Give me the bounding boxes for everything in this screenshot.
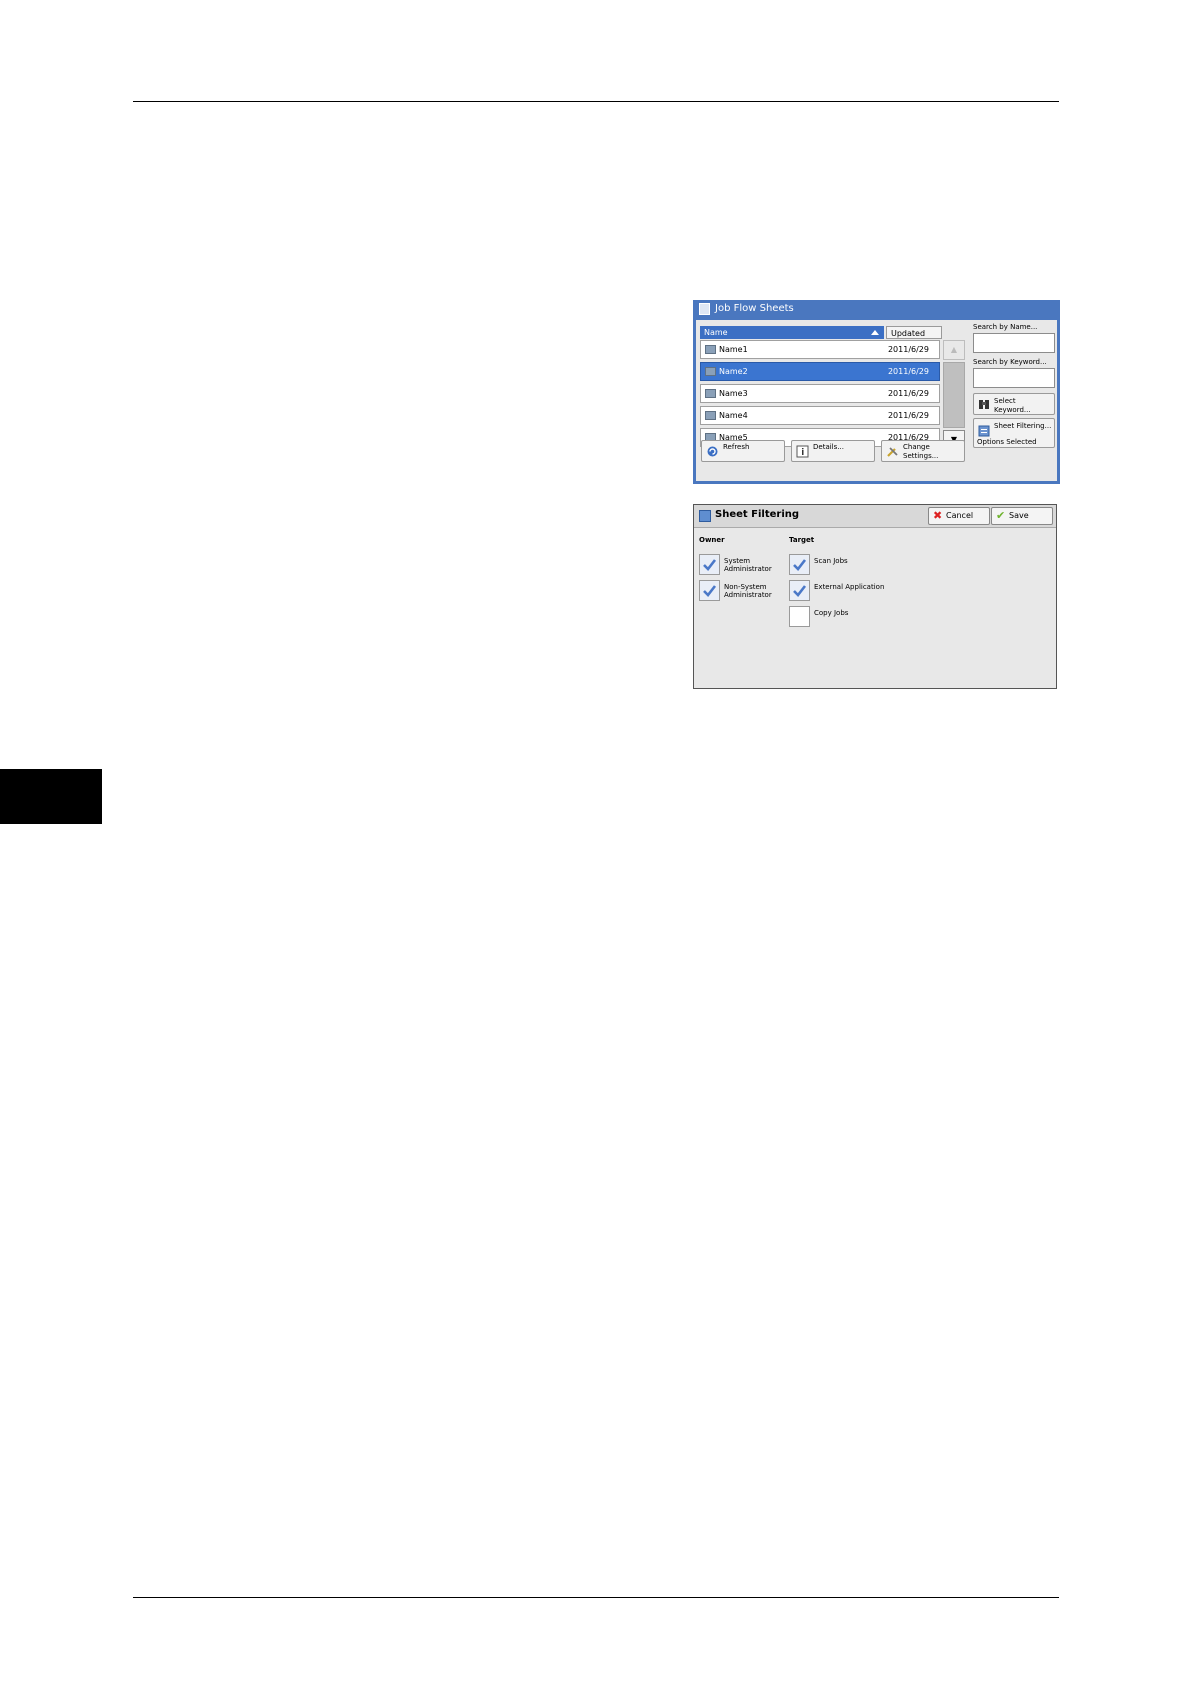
search-by-keyword-input[interactable] xyxy=(973,368,1055,388)
external-application-label: External Application xyxy=(814,583,885,591)
details-label: Details... xyxy=(813,443,844,451)
row-date: 2011/6/29 xyxy=(887,389,929,398)
column-header-name-label: Name xyxy=(704,328,728,337)
sheet-filtering-label: Sheet Filtering... xyxy=(994,422,1052,430)
sheet-icon xyxy=(705,345,716,354)
sheet-filtering-button[interactable]: Sheet Filtering... Options Selected xyxy=(973,418,1055,448)
row-date: 2011/6/29 xyxy=(887,345,929,354)
sheet-filtering-screen: Sheet Filtering ✖ Cancel ✔ Save Owner Ta… xyxy=(693,504,1057,689)
arrow-up-icon: ▲ xyxy=(950,345,958,354)
system-administrator-line2: Administrator xyxy=(724,565,772,573)
footer-rule xyxy=(133,1597,1059,1598)
screen-title: Job Flow Sheets xyxy=(715,303,794,314)
row-name: Name4 xyxy=(719,411,748,420)
job-flow-icon xyxy=(699,303,710,315)
save-label: Save xyxy=(1009,511,1029,520)
target-group-label: Target xyxy=(789,536,815,544)
job-flow-sheets-screen: Job Flow Sheets Name Updated Name1 2011/… xyxy=(693,300,1060,484)
save-button[interactable]: ✔ Save xyxy=(991,507,1053,525)
info-icon xyxy=(796,445,809,458)
filter-sheet-icon xyxy=(978,425,990,437)
change-settings-line1: Change xyxy=(903,443,930,451)
search-by-name-label: Search by Name... xyxy=(973,323,1038,331)
screen-body: Name Updated Name1 2011/6/29 Name2 2011/… xyxy=(696,320,1057,481)
select-keyword-button[interactable]: Select Keyword... xyxy=(973,393,1055,415)
refresh-label: Refresh xyxy=(723,443,750,451)
list-item[interactable]: Name3 2011/6/29 xyxy=(700,384,940,403)
row-date: 2011/6/29 xyxy=(887,367,929,376)
checkmark-icon xyxy=(793,585,807,597)
select-keyword-line1: Select xyxy=(994,397,1016,405)
search-by-keyword-label: Search by Keyword... xyxy=(973,358,1047,366)
non-system-administrator-checkbox[interactable] xyxy=(699,580,720,601)
list-item[interactable]: Name4 2011/6/29 xyxy=(700,406,940,425)
non-system-administrator-line1: Non-System xyxy=(724,583,767,591)
close-icon: ✖ xyxy=(933,509,943,522)
scroll-up-button[interactable]: ▲ xyxy=(943,340,965,360)
change-settings-button[interactable]: Change Settings... xyxy=(881,440,965,462)
external-application-checkbox[interactable] xyxy=(789,580,810,601)
system-administrator-line1: System xyxy=(724,557,751,565)
scan-jobs-checkbox[interactable] xyxy=(789,554,810,575)
change-settings-line2: Settings... xyxy=(903,452,939,460)
sheet-icon xyxy=(705,389,716,398)
scan-jobs-label: Scan Jobs xyxy=(814,557,848,565)
search-by-name-input[interactable] xyxy=(973,333,1055,353)
sheet-filtering-status: Options Selected xyxy=(977,438,1037,446)
sheet-icon xyxy=(705,411,716,420)
refresh-icon xyxy=(707,446,718,457)
select-keyword-line2: Keyword... xyxy=(994,406,1031,414)
row-name: Name1 xyxy=(719,345,748,354)
checkmark-icon xyxy=(703,585,717,597)
tools-icon xyxy=(887,447,898,457)
sheet-filtering-icon xyxy=(699,510,711,522)
sheet-filtering-header: Sheet Filtering ✖ Cancel ✔ Save xyxy=(694,505,1056,528)
header-rule xyxy=(133,101,1059,102)
cancel-button[interactable]: ✖ Cancel xyxy=(928,507,990,525)
copy-jobs-checkbox[interactable] xyxy=(789,606,810,627)
checkmark-icon xyxy=(793,559,807,571)
cancel-label: Cancel xyxy=(946,511,974,520)
details-button[interactable]: Details... xyxy=(791,440,875,462)
column-header-updated[interactable]: Updated xyxy=(886,326,942,339)
sheet-icon xyxy=(705,367,716,376)
system-administrator-checkbox[interactable] xyxy=(699,554,720,575)
checkmark-icon: ✔ xyxy=(996,509,1006,522)
sheet-filtering-title: Sheet Filtering xyxy=(715,509,800,520)
scroll-track[interactable] xyxy=(943,362,965,428)
sort-ascending-icon xyxy=(871,330,879,335)
row-name: Name3 xyxy=(719,389,748,398)
copy-jobs-label: Copy Jobs xyxy=(814,609,849,617)
binoculars-icon xyxy=(979,400,989,409)
refresh-button[interactable]: Refresh xyxy=(701,440,785,462)
column-header-name[interactable]: Name xyxy=(700,326,884,339)
owner-group-label: Owner xyxy=(699,536,725,544)
row-date: 2011/6/29 xyxy=(887,411,929,420)
checkmark-icon xyxy=(703,559,717,571)
chapter-tab xyxy=(0,769,102,824)
non-system-administrator-line2: Administrator xyxy=(724,591,772,599)
row-name: Name2 xyxy=(719,367,748,376)
list-item[interactable]: Name2 2011/6/29 xyxy=(700,362,940,381)
list-scrollbar[interactable]: ▲ ▼ xyxy=(943,340,965,450)
list-item[interactable]: Name1 2011/6/29 xyxy=(700,340,940,359)
